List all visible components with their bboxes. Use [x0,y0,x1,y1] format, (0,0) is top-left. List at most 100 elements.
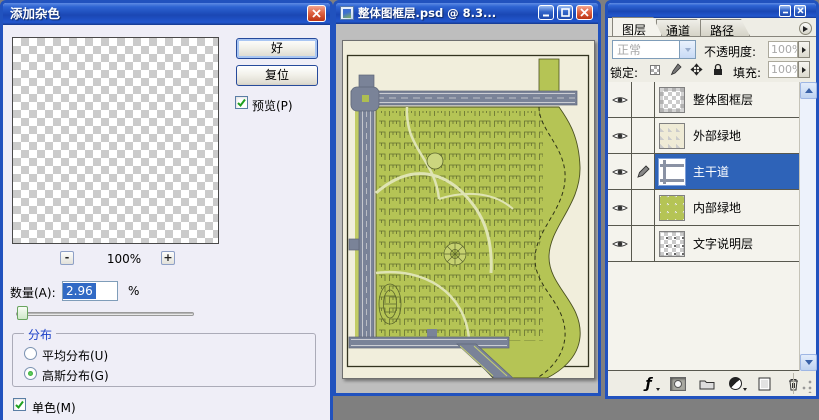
panel-menu-button[interactable] [799,22,812,35]
scroll-down-button[interactable] [800,354,817,371]
slider-thumb[interactable] [17,306,28,320]
minimize-icon[interactable] [779,5,791,17]
new-group-button[interactable] [698,375,715,392]
editing-indicator[interactable] [632,154,655,189]
transparency-icon [650,65,660,75]
site-plan-map [343,41,594,378]
amount-unit: % [128,284,139,298]
fill-label: 填充: [733,64,761,81]
maximize-icon[interactable] [557,5,573,20]
layer-controls: 正常 不透明度: 100% 锁定: 填充: 100 [608,37,816,82]
lock-pixels-button[interactable] [668,62,683,77]
visibility-toggle[interactable] [608,82,632,117]
preview-zoom-level: 100% [91,252,157,266]
slider-track[interactable] [16,312,194,316]
document-titlebar[interactable]: 整体图框层.psd @ 8.3... [336,3,598,24]
gaussian-radio[interactable] [24,367,37,380]
layer-thumbnail[interactable] [659,123,685,149]
layer-main[interactable]: 内部绿地 [655,190,799,225]
layers-scrollbar[interactable] [799,82,816,371]
link-cell[interactable] [632,190,655,225]
noise-preview-area[interactable] [12,37,219,244]
arrow-down-icon [805,360,813,365]
layer-name: 主干道 [693,163,729,180]
new-layer-button[interactable] [756,375,773,392]
monochrome-checkbox[interactable] [13,398,26,411]
add-layer-mask-button[interactable] [669,375,686,392]
layer-main[interactable]: 主干道 [655,154,799,189]
panel-tabs: 图层 通道 路径 [608,17,816,37]
layer-row[interactable]: 外部绿地 [608,118,816,154]
layers-panel: 图层 通道 路径 正常 不透明度: 100% 锁定: [605,0,819,399]
opacity-input[interactable]: 100% [768,41,798,58]
psd-file-icon [340,6,354,20]
preview-checkbox-label[interactable]: 预览(P) [252,97,293,114]
monochrome-label[interactable]: 单色(M) [32,399,76,416]
panel-titlebar[interactable] [608,3,816,18]
lock-position-button[interactable] [689,62,704,77]
zoom-out-button[interactable]: - [60,251,74,265]
layer-name: 文字说明层 [693,235,753,252]
tab-layers[interactable]: 图层 [612,17,662,36]
amount-slider[interactable] [16,306,194,322]
combo-arrow[interactable] [679,41,695,58]
opacity-label: 不透明度: [704,43,756,60]
layer-thumbnail[interactable] [659,87,685,113]
dialog-titlebar[interactable]: 添加杂色 [3,3,330,25]
dropdown-arrow-icon [743,388,747,391]
arrow-right-icon [802,47,806,53]
layer-row[interactable]: 整体图框层 [608,82,816,118]
close-icon[interactable] [576,5,593,20]
layer-thumbnail[interactable] [659,231,685,257]
blend-mode-select[interactable]: 正常 [612,40,696,59]
visibility-toggle[interactable] [608,226,632,261]
layer-row-selected[interactable]: 主干道 [608,154,816,190]
tab-channels[interactable]: 通道 [656,19,706,36]
tab-paths[interactable]: 路径 [700,19,750,36]
layer-row[interactable]: 内部绿地 [608,190,816,226]
layer-main[interactable]: 外部绿地 [655,118,799,153]
visibility-toggle[interactable] [608,190,632,225]
amount-input[interactable]: 2.96 [62,281,118,301]
minimize-icon[interactable] [538,5,554,20]
panel-bottom-bar: ƒ [608,371,816,396]
fx-icon: ƒ [645,377,651,391]
visibility-toggle[interactable] [608,154,632,189]
visibility-toggle[interactable] [608,118,632,153]
gaussian-radio-label[interactable]: 高斯分布(G) [42,367,109,384]
layer-style-button[interactable]: ƒ [640,375,657,392]
lock-all-button[interactable] [710,62,725,77]
uniform-radio[interactable] [24,347,37,360]
eye-icon [612,131,628,141]
close-icon[interactable] [307,5,326,22]
eye-icon [612,239,628,249]
layer-main[interactable]: 文字说明层 [655,226,799,261]
layer-name: 内部绿地 [693,199,741,216]
uniform-radio-label[interactable]: 平均分布(U) [42,347,108,364]
link-cell[interactable] [632,82,655,117]
close-icon[interactable] [794,5,806,17]
fill-input[interactable]: 100% [768,61,798,78]
scroll-up-button[interactable] [800,82,817,99]
move-icon [690,63,703,76]
resize-grip[interactable] [799,379,813,393]
fill-slider-button[interactable] [798,61,810,78]
lock-label: 锁定: [610,64,638,81]
adjustment-layer-button[interactable] [727,375,744,392]
blend-mode-value: 正常 [613,41,679,58]
layer-thumbnail[interactable] [659,195,685,221]
opacity-slider-button[interactable] [798,41,810,58]
link-cell[interactable] [632,226,655,261]
link-cell[interactable] [632,118,655,153]
layer-row[interactable]: 文字说明层 [608,226,816,262]
site-plan-canvas[interactable] [342,40,595,379]
preview-checkbox[interactable] [235,96,248,109]
chevron-down-icon [685,48,691,52]
reset-button[interactable]: 复位 [236,65,318,86]
layer-main[interactable]: 整体图框层 [655,82,799,117]
lock-transparency-button[interactable] [647,62,662,77]
amount-label: 数量(A): [10,284,56,301]
zoom-in-button[interactable]: + [161,251,175,265]
layer-thumbnail[interactable] [659,159,685,185]
ok-button[interactable]: 好 [236,38,318,59]
